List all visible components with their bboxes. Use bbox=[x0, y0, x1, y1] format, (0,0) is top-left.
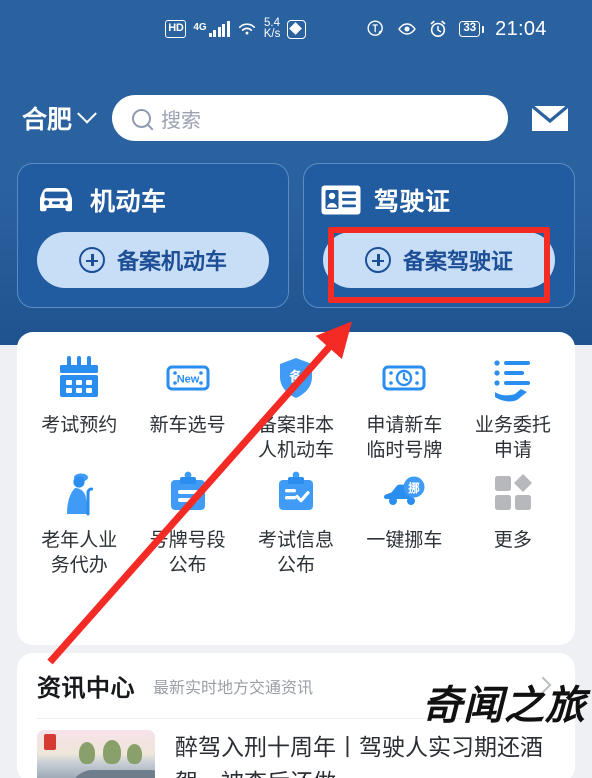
grid-item-exam-appointment[interactable]: 考试预约 bbox=[25, 354, 133, 463]
grid-item-plate-range-notice[interactable]: 号牌号段 公布 bbox=[133, 469, 241, 578]
news-center-title: 资讯中心 bbox=[37, 675, 135, 702]
driver-license-card[interactable]: 驾驶证 备案驾驶证 bbox=[303, 163, 575, 308]
signal-bars-icon bbox=[208, 20, 230, 37]
temp-plate-icon bbox=[382, 365, 426, 391]
driver-license-card-head: 驾驶证 bbox=[320, 178, 558, 222]
network-speed-indicator: 5.4 K/s bbox=[263, 16, 281, 41]
grid-label-elderly-service: 老年人业 务代办 bbox=[41, 530, 118, 576]
more-grid-icon bbox=[494, 474, 532, 510]
grid-item-business-delegation[interactable]: 业务委托 申请 bbox=[459, 354, 567, 463]
shield-vehicle-icon: 备 bbox=[280, 358, 313, 398]
new-plate-icon: New bbox=[166, 365, 210, 391]
grid-item-exam-info-notice[interactable]: 考试信息 公布 bbox=[242, 469, 350, 578]
grid-label-exam-appointment: 考试预约 bbox=[41, 415, 118, 436]
service-grid-card: 考试预约 New 新车选号 备 备案非本 人机动车 申请新车 临时号牌 业务委托… bbox=[17, 332, 575, 645]
motor-vehicle-card-head: 机动车 bbox=[34, 178, 272, 222]
grid-label-register-other-vehicle: 备案非本 人机动车 bbox=[258, 415, 335, 461]
svg-text:备: 备 bbox=[289, 369, 304, 385]
chevron-down-icon bbox=[77, 103, 97, 124]
grid-label-more: 更多 bbox=[493, 530, 532, 551]
grid-item-move-car[interactable]: 挪 一键挪车 bbox=[350, 469, 458, 578]
thumbnail-car bbox=[70, 770, 155, 778]
grid-item-temp-plate-application[interactable]: 申请新车 临时号牌 bbox=[350, 354, 458, 463]
thumbnail-flag bbox=[44, 734, 57, 751]
diamond-app-icon bbox=[287, 19, 307, 39]
grid-label-temp-plate-application: 申请新车 临时号牌 bbox=[366, 415, 443, 461]
register-driver-license-button[interactable]: 备案驾驶证 bbox=[323, 232, 555, 288]
search-input[interactable]: 搜索 bbox=[161, 104, 201, 133]
register-motor-vehicle-label: 备案机动车 bbox=[116, 249, 227, 274]
register-driver-license-label: 备案驾驶证 bbox=[402, 249, 513, 274]
hd-icon: HD bbox=[165, 20, 187, 38]
battery-level-label: 33 bbox=[459, 21, 481, 37]
eye-comfort-icon bbox=[398, 23, 417, 35]
register-motor-vehicle-button[interactable]: 备案机动车 bbox=[37, 232, 269, 288]
power-saving-icon bbox=[367, 20, 384, 36]
watermark: 奇闻之旅 bbox=[422, 683, 586, 729]
plus-circle-icon bbox=[78, 247, 105, 273]
id-card-icon bbox=[321, 185, 361, 215]
service-grid-row-1: 考试预约 New 新车选号 备 备案非本 人机动车 申请新车 临时号牌 业务委托… bbox=[25, 354, 567, 463]
grid-item-register-other-vehicle[interactable]: 备 备案非本 人机动车 bbox=[242, 354, 350, 463]
svg-text:New: New bbox=[176, 374, 199, 386]
feature-cards: 机动车 备案机动车 驾驶证 备案驾驶证 bbox=[0, 163, 592, 308]
thumbnail-tree bbox=[103, 739, 122, 764]
grid-item-new-plate-selection[interactable]: New 新车选号 bbox=[133, 354, 241, 463]
plus-circle-icon bbox=[364, 247, 391, 273]
news-thumbnail bbox=[37, 730, 155, 778]
plate-notice-icon bbox=[170, 471, 205, 510]
status-bar-right-group: 33 21:04 bbox=[366, 18, 546, 41]
search-icon bbox=[132, 108, 152, 128]
service-grid-row-2: 老年人业 务代办 号牌号段 公布 考试信息 公布 挪 一键挪车 更多 bbox=[25, 469, 567, 578]
thumbnail-tree bbox=[126, 743, 142, 764]
grid-label-exam-info-notice: 考试信息 公布 bbox=[258, 530, 335, 576]
move-car-icon: 挪 bbox=[384, 476, 425, 505]
alarm-clock-icon bbox=[431, 20, 446, 37]
calendar-icon bbox=[60, 356, 99, 397]
grid-label-move-car: 一键挪车 bbox=[366, 530, 443, 551]
grid-label-plate-range-notice: 号牌号段 公布 bbox=[149, 530, 226, 576]
elderly-person-icon bbox=[67, 473, 94, 516]
grid-item-more[interactable]: 更多 bbox=[459, 469, 567, 578]
battery-cap bbox=[481, 25, 485, 33]
status-bar-clock: 21:04 bbox=[495, 17, 547, 40]
wifi-icon bbox=[238, 23, 255, 35]
thumbnail-tree bbox=[79, 741, 96, 764]
search-bar[interactable]: 搜索 bbox=[112, 95, 508, 141]
svg-text:挪: 挪 bbox=[409, 481, 421, 495]
delegate-list-icon bbox=[494, 360, 530, 402]
grid-label-new-plate-selection: 新车选号 bbox=[149, 415, 226, 436]
driver-license-card-title: 驾驶证 bbox=[374, 188, 451, 216]
status-bar-center-group: HD 4G 5.4 K/s bbox=[165, 16, 307, 41]
news-center-subtitle: 最新实时地方交通资讯 bbox=[153, 679, 314, 697]
cellular-signal-icon: 4G bbox=[193, 20, 230, 37]
app-header: 合肥 搜索 bbox=[0, 92, 592, 144]
battery-icon: 33 bbox=[459, 21, 485, 37]
grid-label-business-delegation: 业务委托 申请 bbox=[474, 415, 551, 461]
car-icon bbox=[40, 188, 72, 212]
network-speed-value: 5.4 bbox=[264, 16, 281, 29]
motor-vehicle-card-title: 机动车 bbox=[90, 188, 167, 216]
status-bar: HD 4G 5.4 K/s 33 21:04 bbox=[0, 0, 592, 58]
network-speed-unit: K/s bbox=[263, 28, 281, 40]
news-headline: 醉驾入刑十周年丨驾驶人实习期还酒驾，被查后还做 bbox=[175, 734, 543, 778]
mail-icon[interactable] bbox=[530, 103, 570, 133]
exam-info-icon bbox=[279, 471, 314, 510]
grid-item-elderly-service[interactable]: 老年人业 务代办 bbox=[25, 469, 133, 578]
city-label: 合肥 bbox=[22, 106, 73, 134]
motor-vehicle-card[interactable]: 机动车 备案机动车 bbox=[17, 163, 289, 308]
city-selector[interactable]: 合肥 bbox=[22, 100, 97, 136]
